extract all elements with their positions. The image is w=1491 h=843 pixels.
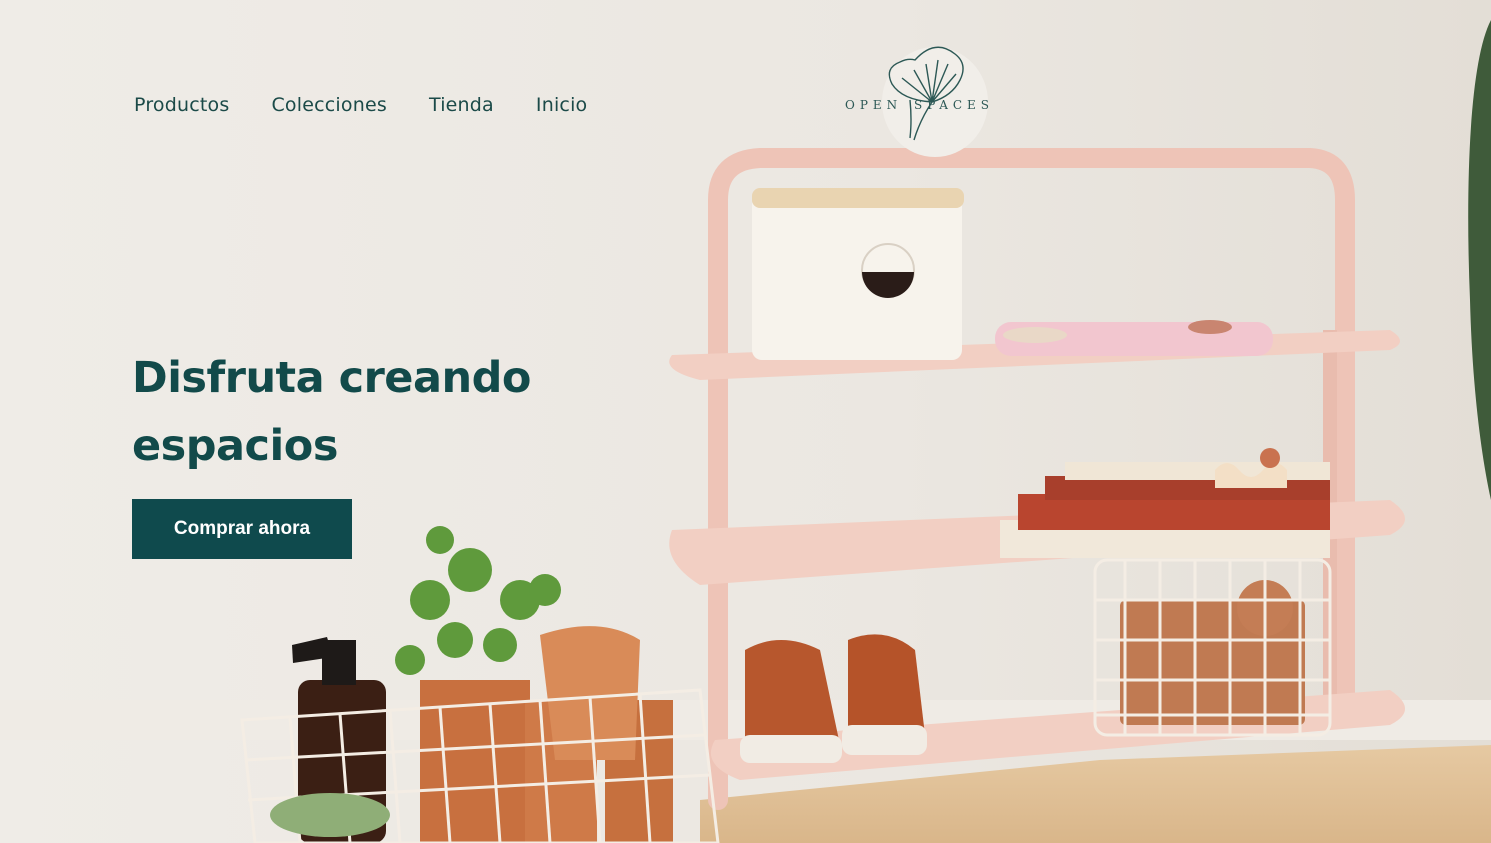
brand-logo[interactable]: OPEN SPACES xyxy=(840,40,1030,165)
nav-link-tienda[interactable]: Tienda xyxy=(429,90,494,120)
logo-word-spaces: SPACES xyxy=(914,98,995,112)
hero-section: Productos Colecciones Tienda Inicio OPEN… xyxy=(0,0,1491,843)
nav-link-colecciones[interactable]: Colecciones xyxy=(271,90,387,120)
nav-link-productos[interactable]: Productos xyxy=(134,90,229,120)
hero-headline: Disfruta creando espacios xyxy=(132,353,531,471)
shop-now-button[interactable]: Comprar ahora xyxy=(132,499,352,559)
nav-link-inicio[interactable]: Inicio xyxy=(536,90,587,120)
logo-word-open: OPEN xyxy=(845,98,903,112)
main-nav: Productos Colecciones Tienda Inicio xyxy=(134,90,629,120)
